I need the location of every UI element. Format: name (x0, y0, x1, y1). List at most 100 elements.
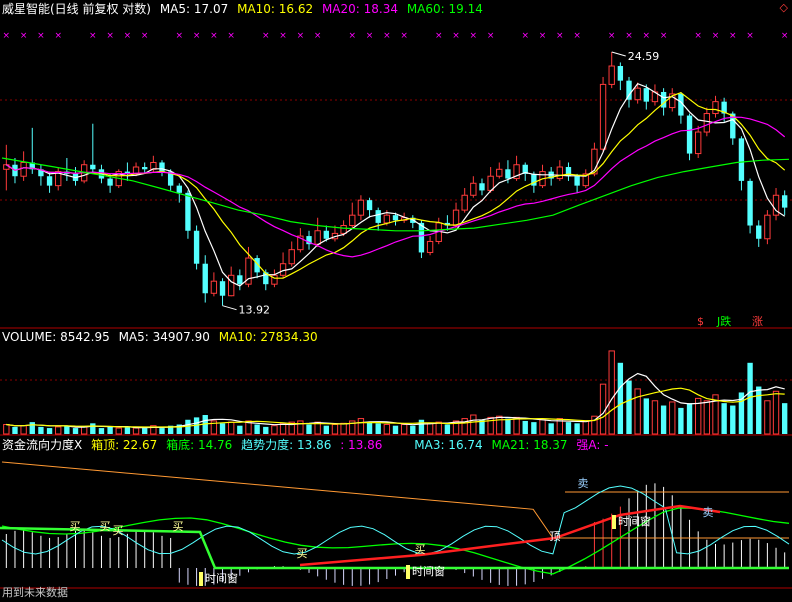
volume-bar-57 (496, 415, 503, 435)
ma21-line (1, 507, 790, 575)
signal-cross-86: × (746, 31, 754, 41)
volume-bar-4 (38, 426, 44, 434)
volume-bar-39 (340, 422, 347, 435)
volume-bar-51 (444, 424, 451, 434)
volume-bar-83 (721, 403, 727, 434)
volume-bar-0 (3, 424, 10, 435)
candle-body-85 (738, 138, 745, 181)
candle-body-16 (142, 167, 148, 170)
volume-bar-31 (271, 425, 278, 435)
volume-ma5-line (6, 372, 785, 429)
stock-chart[interactable]: × × × × × × × × × × × × × × × × × × × × × × × × × × × × × × × × × × × × × 24.… (0, 0, 792, 602)
ma3-label: MA3: 16.74 (414, 438, 483, 452)
candle-body-45 (392, 215, 399, 221)
time-window-bar-0 (199, 572, 203, 586)
volume-bar-50 (435, 421, 442, 435)
volume-bar-14 (124, 426, 131, 434)
candle-body-64 (556, 166, 563, 180)
candle-body-32 (279, 263, 287, 276)
diamond-icon[interactable]: ◇ (780, 1, 788, 14)
volume-bar-9 (80, 426, 88, 435)
signal-1: 买 (100, 520, 111, 533)
candle-body-54 (470, 182, 477, 196)
volume-bar-89 (772, 390, 780, 435)
volume-bar-35 (306, 424, 312, 434)
volume-bar-44 (383, 424, 391, 435)
candle-body-49 (426, 240, 434, 253)
volume-bar-54 (470, 414, 477, 435)
signal-8: 卖 (703, 506, 714, 519)
signal-cross-36: × (314, 31, 322, 41)
volume-bar-26 (228, 421, 235, 435)
volume-bar-34 (297, 420, 304, 435)
high-pointer (611, 51, 626, 57)
time-window-bar-2 (612, 515, 616, 529)
ma20-label: MA20: 18.34 (321, 2, 398, 16)
candle-body-70 (608, 65, 615, 85)
signal-cross-64: × (556, 31, 564, 41)
volume-bar-29 (254, 424, 260, 434)
signal-cross-4: × (37, 31, 45, 41)
strong-a-label: 强A: - (576, 438, 609, 452)
volume-bar-30 (263, 426, 269, 434)
time-window-bar-1 (406, 565, 410, 579)
signal-0: 买 (70, 520, 81, 533)
volume-bar-76 (660, 405, 667, 434)
signal-cross-0: × (3, 31, 11, 41)
ma5-line (5, 82, 786, 287)
capital-title: 资金流向力度X (2, 438, 83, 452)
volume-bar-84 (730, 405, 736, 434)
volume-bar-58 (505, 418, 511, 434)
volume-bar-60 (522, 420, 528, 434)
volume-bar-87 (756, 386, 762, 434)
ma10-label: MA10: 16.62 (237, 2, 314, 16)
volume-bar-53 (461, 418, 468, 435)
volume-bar-45 (392, 425, 399, 434)
candle-body-52 (452, 209, 460, 227)
signal-cross-70: × (608, 31, 616, 41)
volume-bar-38 (331, 424, 339, 435)
candle-body-22 (193, 230, 200, 264)
candle-body-57 (496, 168, 503, 177)
signal-5: 买 (415, 543, 426, 556)
candle-body-86 (747, 180, 753, 226)
candle-body-2 (20, 161, 27, 177)
volume-bar-27 (237, 425, 243, 434)
volume-bar-47 (410, 425, 416, 434)
candle-body-37 (323, 230, 329, 239)
candle-body-12 (107, 178, 113, 186)
volume-bar-7 (64, 425, 70, 434)
volume-bar-77 (669, 401, 676, 435)
candle-body-42 (366, 200, 373, 211)
volume-bar-74 (643, 398, 649, 434)
volume-bar-70 (608, 350, 615, 435)
volume-bar-25 (219, 423, 226, 434)
candle-body-24 (210, 280, 218, 294)
volume-bar-48 (418, 419, 425, 434)
candle-body-87 (756, 225, 762, 239)
signal-cross-26: × (227, 31, 235, 41)
signal-cross-56: × (487, 31, 495, 41)
signal-7: 卖 (578, 477, 589, 490)
signal-cross-30: × (262, 31, 270, 41)
volume-bar-69 (599, 383, 607, 435)
volume-bar-62 (539, 419, 546, 435)
time-window-label-0: 时间窗 (205, 571, 238, 585)
box-bottom-label: 箱底: 14.76 (166, 438, 233, 452)
volume-bar-75 (651, 400, 659, 435)
time-window-label-1: 时间窗 (412, 564, 445, 578)
signal-cross-24: × (210, 31, 218, 41)
signal-cross-32: × (279, 31, 287, 41)
signal-cross-62: × (539, 31, 547, 41)
candle-body-81 (703, 113, 711, 133)
volume-bar-66 (574, 423, 580, 434)
signal-cross-34: × (297, 31, 305, 41)
volume-bar-12 (107, 426, 113, 434)
volume-bar-65 (565, 422, 572, 434)
volume-bar-16 (142, 428, 148, 434)
candle-body-44 (383, 214, 391, 224)
volume-bar-79 (686, 403, 693, 434)
price-marker-2: 涨 (752, 315, 763, 328)
time-window-label-2: 时间窗 (618, 514, 651, 528)
candle-body-55 (479, 183, 485, 191)
